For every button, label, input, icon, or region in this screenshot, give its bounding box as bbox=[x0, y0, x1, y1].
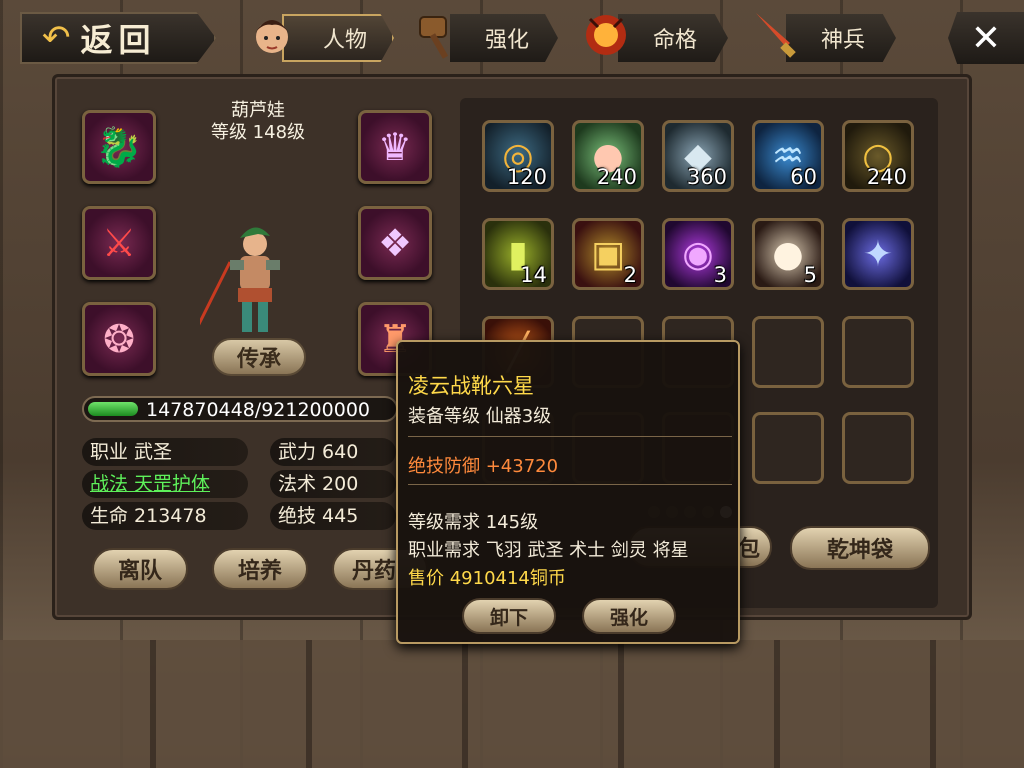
tooltip-divider bbox=[408, 484, 732, 485]
tooltip-price: 售价 4910414铜币 bbox=[408, 568, 566, 589]
item-count: 5 bbox=[803, 263, 817, 287]
stat-skill: 绝技 445 bbox=[270, 502, 396, 530]
equip-slot-right-1[interactable]: ♛ bbox=[358, 110, 432, 184]
stone-floor bbox=[0, 640, 1024, 768]
close-button[interactable]: ✕ bbox=[948, 12, 1024, 64]
stat-force: 武力 640 bbox=[270, 438, 396, 466]
tab-enhance[interactable]: 强化 bbox=[450, 14, 558, 62]
tooltip-title: 凌云战靴六星 bbox=[408, 374, 534, 398]
inherit-button[interactable]: 传承 bbox=[212, 338, 306, 376]
bag-slot[interactable]: ▮ 14 bbox=[482, 218, 554, 290]
exp-bar: 147870448/921200000 bbox=[82, 396, 398, 422]
bag-slot[interactable]: ✦ bbox=[842, 218, 914, 290]
bag-slot-empty[interactable] bbox=[842, 412, 914, 484]
equip-slot-left-3[interactable]: ❂ bbox=[82, 302, 156, 376]
stat-battle-skill[interactable]: 战法 天罡护体 bbox=[82, 470, 248, 498]
bag-slot-empty[interactable] bbox=[752, 412, 824, 484]
bag-slot-empty[interactable] bbox=[842, 316, 914, 388]
back-label: 返回 bbox=[80, 21, 157, 59]
sword-icon bbox=[748, 6, 804, 64]
bag-slot-empty[interactable] bbox=[752, 316, 824, 388]
tab-enhance-label: 强化 bbox=[484, 28, 529, 53]
equip-slot-left-2[interactable]: ⚔ bbox=[82, 206, 156, 280]
tooltip-equip-level: 装备等级 仙器3级 bbox=[408, 406, 552, 427]
crystal-icon: ✦ bbox=[862, 233, 894, 275]
hero-level: 等级 148级 bbox=[210, 122, 306, 143]
item-tooltip: 凌云战靴六星 装备等级 仙器3级 绝技防御 +43720 等级需求 145级 职… bbox=[396, 340, 740, 644]
bag-slot[interactable]: ● 5 bbox=[752, 218, 824, 290]
bag-slot[interactable]: ○ 240 bbox=[842, 120, 914, 192]
helmet-icon: ♛ bbox=[377, 125, 413, 169]
close-icon: ✕ bbox=[970, 17, 1002, 59]
bag-slot[interactable]: ● 240 bbox=[572, 120, 644, 192]
tab-fate[interactable]: 命格 bbox=[618, 14, 728, 62]
pendant-icon: ❂ bbox=[103, 317, 135, 361]
equip-slot-right-2[interactable]: ❖ bbox=[358, 206, 432, 280]
stat-class: 职业 武圣 bbox=[82, 438, 248, 466]
gold-talisman-icon: ▣ bbox=[590, 233, 625, 275]
item-count: 360 bbox=[686, 165, 727, 189]
item-count: 240 bbox=[866, 165, 907, 189]
unequip-button[interactable]: 卸下 bbox=[462, 598, 556, 634]
train-button[interactable]: 培养 bbox=[212, 548, 308, 590]
demon-mask-icon bbox=[578, 6, 634, 64]
bag-slot[interactable]: ◆ 360 bbox=[662, 120, 734, 192]
red-blade-icon: ⚔ bbox=[101, 221, 137, 265]
exp-text: 147870448/921200000 bbox=[146, 399, 370, 421]
bun-icon: ● bbox=[772, 233, 804, 275]
item-count: 2 bbox=[623, 263, 637, 287]
tab-divine-weapon-label: 神兵 bbox=[820, 28, 865, 53]
item-count: 3 bbox=[713, 263, 727, 287]
top-nav: ↶ 返回 人物 强化 命格 神兵 ✕ bbox=[0, 0, 1024, 72]
hero-character-figure[interactable] bbox=[200, 222, 310, 342]
white-beast-icon: 🐉 bbox=[95, 124, 143, 169]
tab-character-label: 人物 bbox=[322, 28, 367, 53]
stat-magic: 法术 200 bbox=[270, 470, 396, 498]
tooltip-divider bbox=[408, 436, 732, 437]
item-count: 120 bbox=[506, 165, 547, 189]
tooltip-bonus: 绝技防御 +43720 bbox=[408, 456, 559, 477]
purple-orb-icon: ◉ bbox=[682, 233, 714, 275]
enhance-button[interactable]: 强化 bbox=[582, 598, 676, 634]
stat-hp: 生命 213478 bbox=[82, 502, 248, 530]
leave-team-button[interactable]: 离队 bbox=[92, 548, 188, 590]
equip-slot-left-1[interactable]: 🐉 bbox=[82, 110, 156, 184]
hero-portrait-icon bbox=[244, 6, 300, 64]
qiankun-bag-button[interactable]: 乾坤袋 bbox=[790, 526, 930, 570]
back-button[interactable]: ↶ 返回 bbox=[20, 12, 216, 64]
tab-fate-label: 命格 bbox=[652, 28, 697, 53]
back-arrow-icon: ↶ bbox=[42, 18, 71, 58]
item-count: 240 bbox=[596, 165, 637, 189]
hammer-icon bbox=[410, 6, 466, 64]
exp-bar-fill bbox=[88, 402, 138, 416]
tooltip-class-req: 职业需求 飞羽 武圣 术士 剑灵 将星 bbox=[408, 540, 689, 561]
bag-slot[interactable]: ◎ 120 bbox=[482, 120, 554, 192]
bag-slot[interactable]: ◉ 3 bbox=[662, 218, 734, 290]
tooltip-level-req: 等级需求 145级 bbox=[408, 512, 539, 533]
armor-icon: ❖ bbox=[377, 221, 413, 265]
bag-slot[interactable]: ▣ 2 bbox=[572, 218, 644, 290]
bag-slot[interactable]: ♒ 60 bbox=[752, 120, 824, 192]
item-count: 60 bbox=[790, 165, 817, 189]
item-count: 14 bbox=[520, 263, 547, 287]
